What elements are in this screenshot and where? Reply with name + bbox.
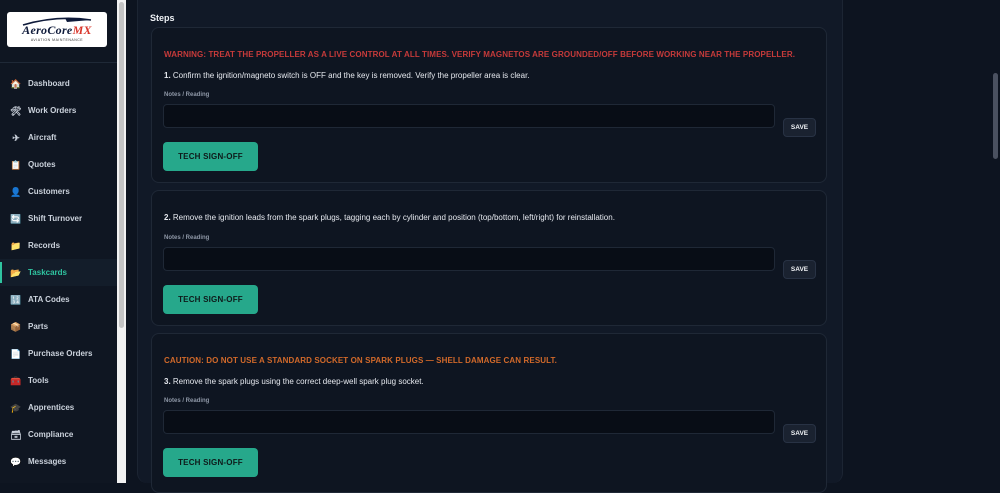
folder-open-icon: 📂	[10, 267, 22, 278]
sidebar-item-label: Work Orders	[28, 106, 77, 115]
page-scrollbar-thumb[interactable]	[993, 73, 998, 159]
sidebar-item-purchase-orders[interactable]: 📄 Purchase Orders	[0, 340, 117, 367]
step-3-caution: CAUTION: DO NOT USE A STANDARD SOCKET ON…	[164, 356, 557, 365]
sidebar-item-compliance[interactable]: 🗃 Compliance	[0, 421, 117, 448]
step-2-notes-input[interactable]	[163, 247, 775, 271]
sidebar-item-label: Taskcards	[28, 268, 67, 277]
sidebar-item-label: Purchase Orders	[28, 349, 93, 358]
house-icon: 🏠	[10, 78, 22, 89]
step-1-notes-input[interactable]	[163, 104, 775, 128]
step-1-instruction: 1. Confirm the ignition/magneto switch i…	[164, 71, 530, 80]
step-1-number: 1.	[164, 71, 171, 80]
person-icon: 👤	[10, 186, 22, 197]
sidebar: AeroCoreMX AVIATION MAINTENANCE 🏠 Dashboa…	[0, 0, 118, 483]
step-3-instruction: 3. Remove the spark plugs using the corr…	[164, 377, 424, 386]
sidebar-nav: 🏠 Dashboard 🛠 Work Orders ✈ Aircraft 📋 Quotes 👤 C…	[0, 70, 117, 475]
step-card-1: WARNING: TREAT THE PROPELLER AS A LIVE C…	[151, 27, 827, 183]
sidebar-item-parts[interactable]: 📦 Parts	[0, 313, 117, 340]
clipboard-icon: 📋	[10, 159, 22, 170]
sidebar-scrollbar-thumb[interactable]	[119, 2, 124, 328]
step-1-warning: WARNING: TREAT THE PROPELLER AS A LIVE C…	[164, 50, 796, 59]
folder-icon: 📁	[10, 240, 22, 251]
sidebar-item-label: Apprentices	[28, 403, 75, 412]
step-2-tech-signoff-button[interactable]: TECH SIGN-OFF	[163, 285, 258, 314]
step-2-notes-label: Notes / Reading	[164, 235, 210, 241]
logo-swoosh-icon	[22, 17, 92, 26]
chat-bubble-icon: 💬	[10, 456, 22, 467]
sidebar-item-dashboard[interactable]: 🏠 Dashboard	[0, 70, 117, 97]
sidebar-item-tools[interactable]: 🧰 Tools	[0, 367, 117, 394]
sidebar-item-label: Customers	[28, 187, 70, 196]
sidebar-item-apprentices[interactable]: 🎓 Apprentices	[0, 394, 117, 421]
brand-tagline: AVIATION MAINTENANCE	[30, 38, 84, 42]
step-2-instruction: 2. Remove the ignition leads from the sp…	[164, 213, 615, 222]
box-icon: 🗃	[10, 429, 22, 440]
step-1-notes-label: Notes / Reading	[164, 92, 210, 98]
step-card-3: CAUTION: DO NOT USE A STANDARD SOCKET ON…	[151, 333, 827, 493]
tools-icon: 🛠	[10, 105, 22, 116]
toolbox-icon: 🧰	[10, 375, 22, 386]
sidebar-item-label: Tools	[28, 376, 49, 385]
sidebar-item-ata-codes[interactable]: 🔢 ATA Codes	[0, 286, 117, 313]
sidebar-item-label: Compliance	[28, 430, 74, 439]
sidebar-item-aircraft[interactable]: ✈ Aircraft	[0, 124, 117, 151]
step-3-notes-input[interactable]	[163, 410, 775, 434]
document-icon: 📄	[10, 348, 22, 359]
step-2-number: 2.	[164, 213, 171, 222]
step-3-text: Remove the spark plugs using the correct…	[172, 377, 424, 386]
refresh-icon: 🔄	[10, 213, 22, 224]
graduation-cap-icon: 🎓	[10, 402, 22, 413]
sidebar-item-label: Parts	[28, 322, 49, 331]
step-3-save-button[interactable]: SAVE	[783, 424, 816, 443]
step-3-notes-label: Notes / Reading	[164, 398, 210, 404]
sidebar-item-label: ATA Codes	[28, 295, 70, 304]
package-icon: 📦	[10, 321, 22, 332]
numbers-icon: 🔢	[10, 294, 22, 305]
sidebar-item-label: Quotes	[28, 160, 56, 169]
steps-title: Steps	[150, 13, 175, 23]
brand-logo[interactable]: AeroCoreMX AVIATION MAINTENANCE	[7, 12, 107, 47]
sidebar-item-messages[interactable]: 💬 Messages	[0, 448, 117, 475]
step-3-tech-signoff-button[interactable]: TECH SIGN-OFF	[163, 448, 258, 477]
step-3-number: 3.	[164, 377, 171, 386]
sidebar-item-label: Records	[28, 241, 61, 250]
sidebar-item-label: Aircraft	[28, 133, 57, 142]
sidebar-item-taskcards[interactable]: 📂 Taskcards	[0, 259, 117, 286]
step-card-2: 2. Remove the ignition leads from the sp…	[151, 190, 827, 326]
sidebar-item-shift-turnover[interactable]: 🔄 Shift Turnover	[0, 205, 117, 232]
sidebar-item-records[interactable]: 📁 Records	[0, 232, 117, 259]
sidebar-item-work-orders[interactable]: 🛠 Work Orders	[0, 97, 117, 124]
sidebar-item-label: Dashboard	[28, 79, 70, 88]
sidebar-item-quotes[interactable]: 📋 Quotes	[0, 151, 117, 178]
sidebar-item-label: Shift Turnover	[28, 214, 83, 223]
step-1-text: Confirm the ignition/magneto switch is O…	[172, 71, 530, 80]
step-2-text: Remove the ignition leads from the spark…	[172, 213, 615, 222]
sidebar-item-label: Messages	[28, 457, 67, 466]
step-1-tech-signoff-button[interactable]: TECH SIGN-OFF	[163, 142, 258, 171]
sidebar-item-customers[interactable]: 👤 Customers	[0, 178, 117, 205]
step-1-save-button[interactable]: SAVE	[783, 118, 816, 137]
sidebar-divider	[0, 62, 117, 63]
step-2-save-button[interactable]: SAVE	[783, 260, 816, 279]
airplane-icon: ✈	[12, 132, 20, 143]
